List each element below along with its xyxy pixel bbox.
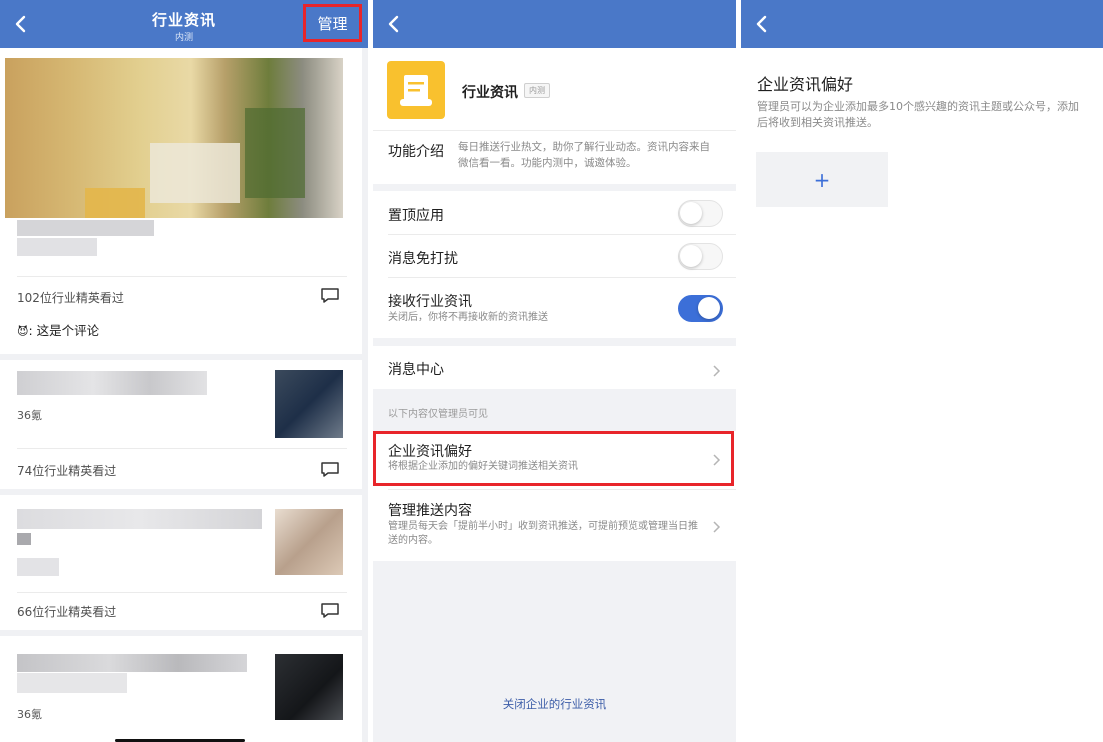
receive-news-label: 接收行业资讯 xyxy=(388,294,472,310)
comment-text: : 这是个评论 xyxy=(28,323,100,338)
blurred-title-line xyxy=(17,533,31,545)
message-center-row[interactable]: 消息中心 xyxy=(373,346,736,389)
highlight-frame xyxy=(373,431,734,486)
article-cover-overlay xyxy=(245,108,305,198)
chevron-right-icon xyxy=(711,518,721,533)
blurred-title-line xyxy=(17,238,97,256)
beta-badge: 内测 xyxy=(524,83,550,98)
settings-toggle-group: 置顶应用 消息免打扰 接收行业资讯 关闭后，你将不再接收新的资讯推送 xyxy=(373,191,736,338)
article-thumbnail xyxy=(275,509,343,575)
article-cover-overlay xyxy=(85,188,145,218)
row-divider xyxy=(388,234,736,235)
article-cover-overlay xyxy=(150,143,240,203)
source-name: 36氪 xyxy=(17,708,42,721)
feed-screen: 行业资讯 内测 管理 102位行业精英看过 😈: 这是个评论 36氪 74位行业… xyxy=(0,0,368,742)
close-news-link[interactable]: 关闭企业的行业资讯 xyxy=(373,696,736,712)
feed-card[interactable]: 36氪 74位行业精英看过 xyxy=(0,360,362,489)
intro-label: 功能介绍 xyxy=(388,144,444,160)
blurred-title-line xyxy=(17,673,127,693)
feed-card[interactable]: 102位行业精英看过 😈: 这是个评论 xyxy=(0,48,362,354)
receive-news-hint: 关闭后，你将不再接收新的资讯推送 xyxy=(388,312,548,323)
row-divider xyxy=(388,277,736,278)
manage-push-row[interactable]: 管理推送内容 管理员每天会「提前半小时」收到资讯推送，可提前预览或管理当日推送的… xyxy=(373,490,736,560)
settings-top-bar xyxy=(373,0,736,48)
message-center-label: 消息中心 xyxy=(388,362,444,378)
feed-card[interactable]: 36氪 xyxy=(0,636,362,742)
view-count: 102位行业精英看过 xyxy=(17,291,124,305)
pin-app-toggle[interactable] xyxy=(678,200,723,227)
blurred-title-line xyxy=(17,220,154,236)
comment-icon[interactable] xyxy=(320,602,340,619)
manage-button[interactable]: 管理 xyxy=(303,4,362,42)
mute-label: 消息免打扰 xyxy=(388,251,458,267)
card-divider xyxy=(17,592,347,593)
card-divider xyxy=(17,448,347,449)
devil-emoji-icon: 😈 xyxy=(17,325,29,338)
mute-toggle[interactable] xyxy=(678,243,723,270)
pin-app-label: 置顶应用 xyxy=(388,208,444,224)
blurred-title-line xyxy=(17,509,262,529)
view-count: 74位行业精英看过 xyxy=(17,464,117,478)
preference-description: 管理员可以为企业添加最多10个感兴趣的资讯主题或公众号，添加后将收到相关资讯推送… xyxy=(757,100,1079,129)
blurred-title-line xyxy=(17,654,247,672)
app-settings-screen: 行业资讯 内测 功能介绍 每日推送行业热文，助你了解行业动态。资讯内容来自微信看… xyxy=(373,0,736,742)
feed-top-bar: 行业资讯 内测 管理 xyxy=(0,0,368,48)
plus-icon: + xyxy=(813,167,831,192)
view-count: 66位行业精英看过 xyxy=(17,605,117,619)
manage-push-label: 管理推送内容 xyxy=(388,503,472,519)
app-document-icon xyxy=(387,61,445,119)
back-arrow-icon[interactable] xyxy=(383,13,405,35)
add-preference-button[interactable]: + xyxy=(756,152,888,207)
intro-text: 每日推送行业热文，助你了解行业动态。资讯内容来自微信看一看。功能内测中，诚邀体验… xyxy=(458,141,710,169)
card-divider xyxy=(17,276,347,277)
enterprise-preference-screen: 企业资讯偏好 管理员可以为企业添加最多10个感兴趣的资讯主题或公众号，添加后将收… xyxy=(741,0,1103,742)
comment-icon[interactable] xyxy=(320,461,340,478)
article-thumbnail xyxy=(275,370,343,438)
blurred-title-line xyxy=(17,371,207,395)
comment-icon[interactable] xyxy=(320,287,340,304)
receive-news-toggle[interactable] xyxy=(678,295,723,322)
section-divider xyxy=(373,130,736,131)
source-name: 36氪 xyxy=(17,409,42,422)
admin-only-note: 以下内容仅管理员可见 xyxy=(388,409,488,420)
manage-push-hint: 管理员每天会「提前半小时」收到资讯推送，可提前预览或管理当日推送的内容。 xyxy=(388,521,698,546)
app-name: 行业资讯 xyxy=(462,85,518,101)
app-info-section: 行业资讯 内测 功能介绍 每日推送行业热文，助你了解行业动态。资讯内容来自微信看… xyxy=(373,48,736,184)
blurred-title-line xyxy=(17,558,59,576)
preference-top-bar xyxy=(741,0,1103,48)
comment-line: 😈: 这是个评论 xyxy=(17,320,99,339)
back-arrow-icon[interactable] xyxy=(751,13,773,35)
chevron-right-icon xyxy=(711,362,721,377)
feed-card[interactable]: 66位行业精英看过 xyxy=(0,495,362,630)
preference-title: 企业资讯偏好 xyxy=(757,75,854,94)
article-thumbnail xyxy=(275,654,343,720)
